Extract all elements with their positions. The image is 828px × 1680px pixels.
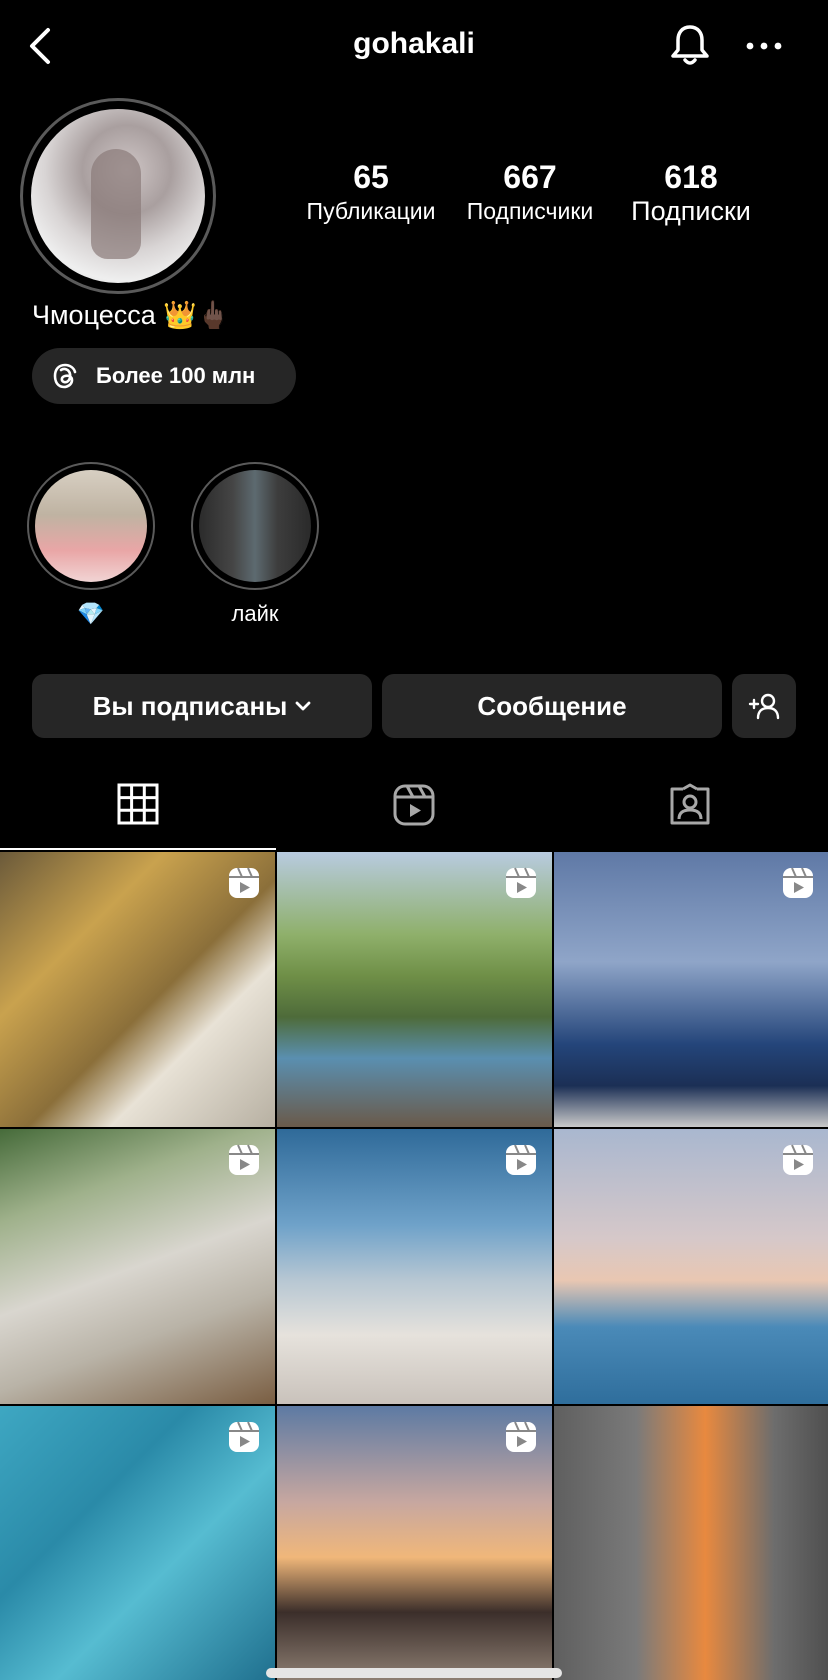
message-button[interactable]: Сообщение	[382, 674, 722, 738]
more-options-button[interactable]	[742, 24, 786, 68]
avatar-image	[31, 109, 205, 283]
highlight-cover-image	[199, 470, 311, 582]
followers-stat[interactable]: 667 Подписчики	[458, 158, 602, 226]
post-thumbnail[interactable]	[554, 1406, 828, 1680]
reel-icon	[506, 867, 536, 898]
highlight-ring	[191, 462, 319, 590]
reels-icon	[393, 784, 435, 826]
reel-icon	[783, 867, 813, 898]
home-indicator[interactable]	[266, 1668, 562, 1678]
following-button[interactable]: Вы подписаны	[32, 674, 372, 738]
suggested-accounts-button[interactable]	[732, 674, 796, 738]
post-thumbnail[interactable]	[277, 852, 552, 1127]
highlight-label: лайк	[231, 601, 279, 626]
reel-icon	[506, 1421, 536, 1452]
threads-icon	[53, 363, 77, 389]
post-thumbnail[interactable]	[277, 1406, 552, 1680]
threads-badge-label: Более 100 млн	[96, 363, 256, 388]
profile-tabs	[0, 760, 828, 852]
posts-label: Публикации	[306, 198, 436, 224]
highlight-label: 💎	[77, 601, 105, 626]
following-label: Подписки	[631, 196, 751, 226]
reel-icon	[783, 1144, 813, 1175]
chevron-down-icon	[295, 701, 311, 711]
post-thumbnail[interactable]	[554, 852, 828, 1127]
reel-icon	[229, 1421, 259, 1452]
bell-icon	[671, 25, 709, 65]
more-horizontal-icon	[746, 42, 782, 50]
post-thumbnail[interactable]	[554, 1129, 828, 1404]
grid-icon	[117, 783, 159, 825]
following-stat[interactable]: 618 Подписки	[622, 158, 760, 226]
following-button-label: Вы подписаны	[92, 690, 288, 721]
tab-reels[interactable]	[276, 760, 552, 850]
reel-icon	[229, 1144, 259, 1175]
profile-avatar[interactable]	[20, 98, 216, 294]
posts-count: 65	[353, 159, 389, 195]
followers-count: 667	[503, 159, 557, 195]
highlight-ring	[27, 462, 155, 590]
add-person-icon	[748, 693, 780, 720]
reel-icon	[506, 1144, 536, 1175]
tab-posts[interactable]	[0, 760, 276, 850]
posts-stat[interactable]: 65 Публикации	[290, 158, 452, 226]
threads-badge[interactable]: Более 100 млн	[32, 348, 296, 404]
story-highlight[interactable]: 💎	[26, 462, 156, 628]
display-name: Чмоцесса 👑🖕🏿	[32, 300, 231, 330]
story-highlight[interactable]: лайк	[190, 462, 320, 628]
notifications-button[interactable]	[666, 20, 714, 70]
highlight-cover-image	[35, 470, 147, 582]
post-thumbnail[interactable]	[0, 1406, 275, 1680]
followers-label: Подписчики	[466, 198, 594, 224]
message-button-label: Сообщение	[477, 690, 627, 721]
profile-stats: 65 Публикации 667 Подписчики 618 Подписк…	[290, 158, 770, 238]
post-thumbnail[interactable]	[277, 1129, 552, 1404]
following-count: 618	[664, 159, 718, 195]
reel-icon	[229, 867, 259, 898]
tagged-icon	[670, 783, 710, 825]
post-thumbnail[interactable]	[0, 1129, 275, 1404]
top-bar: gohakali	[0, 0, 828, 90]
post-thumbnail[interactable]	[0, 852, 275, 1127]
tab-tagged[interactable]	[552, 760, 828, 850]
